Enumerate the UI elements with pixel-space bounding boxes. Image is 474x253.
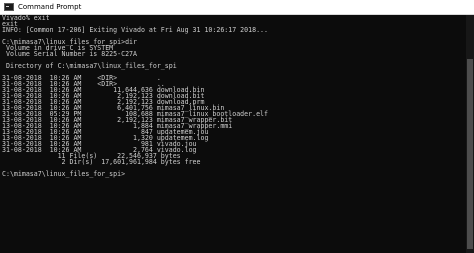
cmd-icon [4, 3, 14, 11]
window-title: Command Prompt [18, 3, 82, 11]
vertical-scrollbar[interactable] [466, 15, 474, 253]
console-output[interactable]: Vivado% exit exit INFO: [Common 17-206] Ex… [2, 15, 464, 177]
console-line: C:\mimasa7\linux_files_for_spi> [2, 170, 126, 178]
console-area[interactable]: Vivado% exit exit INFO: [Common 17-206] Ex… [2, 15, 464, 253]
command-prompt-window: Command Prompt Vivado% exit exit INFO: [Co… [0, 0, 474, 253]
scroll-thumb[interactable] [467, 59, 473, 249]
title-bar[interactable]: Command Prompt [0, 0, 474, 15]
